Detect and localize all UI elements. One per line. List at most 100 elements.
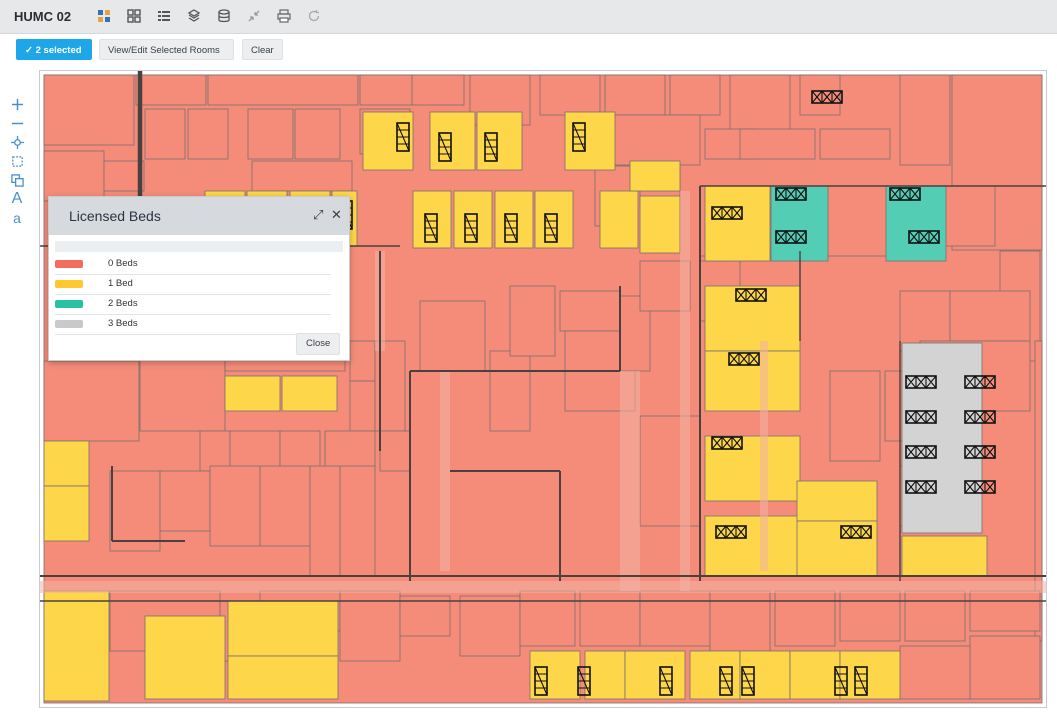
- room-one-bed[interactable]: [599, 190, 639, 249]
- room-zero-beds[interactable]: [639, 415, 701, 527]
- room-three-beds[interactable]: [901, 342, 983, 534]
- room-zero-beds[interactable]: [819, 128, 891, 160]
- room-one-bed[interactable]: [453, 190, 493, 249]
- room-zero-beds[interactable]: [247, 108, 294, 160]
- room-one-bed[interactable]: [704, 285, 801, 352]
- room-zero-beds[interactable]: [349, 340, 376, 382]
- room-zero-beds[interactable]: [519, 590, 576, 647]
- room-zero-beds[interactable]: [43, 150, 105, 202]
- zoom-in-icon[interactable]: [8, 95, 26, 113]
- room-zero-beds[interactable]: [135, 74, 207, 106]
- room-zero-beds[interactable]: [509, 285, 556, 357]
- select-area-icon[interactable]: [8, 152, 26, 170]
- room-zero-beds[interactable]: [839, 590, 901, 642]
- room-zero-beds[interactable]: [949, 290, 1031, 342]
- room-zero-beds[interactable]: [579, 590, 641, 647]
- room-zero-beds[interactable]: [411, 74, 465, 106]
- room-zero-beds[interactable]: [144, 108, 186, 160]
- room-one-bed[interactable]: [227, 655, 339, 700]
- room-zero-beds[interactable]: [379, 430, 411, 472]
- grid-color-icon[interactable]: [95, 7, 113, 25]
- room-one-bed[interactable]: [144, 615, 226, 700]
- pan-icon[interactable]: [8, 133, 26, 151]
- room-two-beds[interactable]: [770, 185, 829, 262]
- room-one-bed[interactable]: [629, 160, 681, 192]
- room-zero-beds[interactable]: [709, 590, 771, 652]
- legend-close-button[interactable]: Close: [296, 333, 341, 355]
- text-small-icon[interactable]: a: [8, 209, 26, 227]
- room-zero-beds[interactable]: [419, 300, 486, 372]
- room-zero-beds[interactable]: [349, 380, 376, 432]
- room-one-bed[interactable]: [704, 515, 801, 577]
- room-one-bed[interactable]: [429, 111, 476, 171]
- room-one-bed[interactable]: [739, 650, 791, 700]
- room-one-bed[interactable]: [796, 480, 878, 522]
- room-one-bed[interactable]: [412, 190, 452, 249]
- room-zero-beds[interactable]: [279, 430, 321, 472]
- room-zero-beds[interactable]: [43, 74, 135, 146]
- room-one-bed[interactable]: [789, 650, 841, 700]
- room-zero-beds[interactable]: [669, 74, 721, 116]
- room-one-bed[interactable]: [534, 190, 574, 249]
- room-zero-beds[interactable]: [324, 430, 376, 472]
- room-zero-beds[interactable]: [829, 370, 881, 462]
- room-zero-beds[interactable]: [359, 74, 413, 106]
- room-zero-beds[interactable]: [969, 635, 1041, 700]
- room-one-bed[interactable]: [281, 375, 338, 412]
- selected-rooms-button[interactable]: ✓ 2 selected: [16, 39, 92, 60]
- room-zero-beds[interactable]: [904, 590, 966, 642]
- room-one-bed[interactable]: [43, 485, 90, 542]
- close-icon[interactable]: ✕: [331, 207, 342, 223]
- collapse-icon[interactable]: [245, 7, 263, 25]
- room-zero-beds[interactable]: [739, 128, 816, 160]
- room-zero-beds[interactable]: [604, 74, 666, 116]
- room-zero-beds[interactable]: [339, 465, 376, 577]
- room-zero-beds[interactable]: [229, 430, 281, 472]
- room-one-bed[interactable]: [704, 185, 771, 262]
- room-zero-beds[interactable]: [209, 465, 261, 547]
- room-zero-beds[interactable]: [43, 360, 140, 442]
- floor-plan-map[interactable]: [39, 70, 1047, 708]
- room-zero-beds[interactable]: [899, 645, 971, 700]
- room-zero-beds[interactable]: [139, 350, 226, 432]
- refresh-icon[interactable]: [305, 7, 323, 25]
- room-one-bed[interactable]: [494, 190, 534, 249]
- layers-icon[interactable]: [185, 7, 203, 25]
- room-two-beds[interactable]: [885, 185, 947, 262]
- room-zero-beds[interactable]: [259, 465, 311, 547]
- copy-icon[interactable]: [8, 171, 26, 189]
- room-zero-beds[interactable]: [799, 74, 841, 116]
- room-zero-beds[interactable]: [294, 108, 341, 160]
- room-one-bed[interactable]: [796, 520, 878, 577]
- room-zero-beds[interactable]: [309, 465, 341, 577]
- room-one-bed[interactable]: [476, 111, 523, 171]
- room-one-bed[interactable]: [362, 111, 414, 171]
- room-zero-beds[interactable]: [207, 74, 359, 106]
- room-zero-beds[interactable]: [559, 290, 621, 332]
- room-one-bed[interactable]: [901, 535, 988, 577]
- floor-plan-svg[interactable]: [40, 71, 1046, 707]
- room-zero-beds[interactable]: [109, 470, 161, 552]
- room-zero-beds[interactable]: [251, 160, 353, 192]
- room-one-bed[interactable]: [529, 650, 581, 700]
- grid-icon[interactable]: [125, 7, 143, 25]
- room-one-bed[interactable]: [584, 650, 626, 700]
- room-zero-beds[interactable]: [899, 74, 951, 166]
- room-zero-beds[interactable]: [774, 590, 836, 647]
- room-zero-beds[interactable]: [399, 595, 451, 637]
- text-large-icon[interactable]: A: [8, 190, 26, 208]
- room-zero-beds[interactable]: [199, 430, 231, 472]
- room-zero-beds[interactable]: [729, 74, 791, 136]
- room-one-bed[interactable]: [224, 375, 281, 412]
- room-one-bed[interactable]: [43, 590, 110, 702]
- room-one-bed[interactable]: [227, 600, 339, 657]
- expand-icon[interactable]: ⤢: [313, 207, 323, 223]
- room-one-bed[interactable]: [43, 440, 90, 487]
- room-zero-beds[interactable]: [187, 108, 229, 160]
- stack-icon[interactable]: [215, 7, 233, 25]
- room-zero-beds[interactable]: [159, 470, 211, 532]
- zoom-out-icon[interactable]: [8, 114, 26, 132]
- room-one-bed[interactable]: [639, 195, 681, 254]
- room-zero-beds[interactable]: [489, 350, 531, 432]
- room-zero-beds[interactable]: [459, 595, 521, 657]
